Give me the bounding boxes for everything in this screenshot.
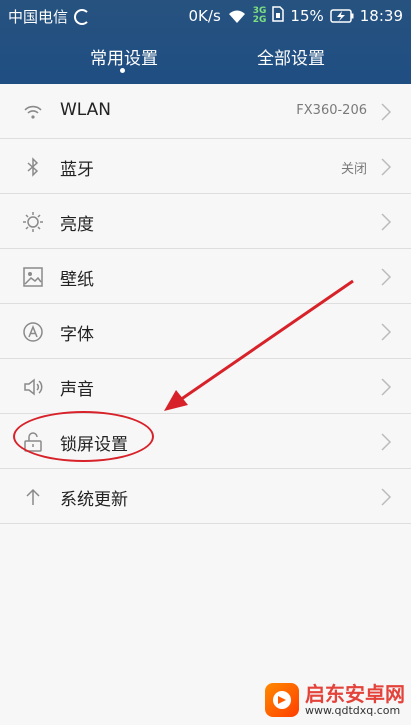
network-badge-bottom: 2G: [252, 15, 267, 25]
watermark-logo-icon: [265, 683, 299, 717]
setting-value: 关闭: [340, 162, 367, 177]
annotation-highlight-ellipse: [13, 411, 154, 462]
setting-row-system-update[interactable]: 系统更新: [0, 469, 411, 524]
header: 中国电信 0K/s 3G 2G 15% 18:39 常用设置 全部设置: [0, 0, 411, 84]
setting-label: 字体: [60, 325, 94, 345]
tab-all-settings[interactable]: 全部设置: [257, 44, 325, 69]
chevron-right-icon: [379, 212, 393, 232]
speaker-icon: [22, 376, 44, 398]
wallpaper-icon: [22, 266, 44, 288]
battery-charging-icon: [330, 9, 354, 23]
sync-icon: [74, 8, 91, 25]
wifi-icon: [22, 101, 44, 123]
font-icon: [22, 321, 44, 343]
network-type-badge: 3G 2G: [253, 7, 267, 25]
setting-row-bluetooth[interactable]: 蓝牙 关闭: [0, 139, 411, 194]
bluetooth-icon: [22, 156, 44, 178]
chevron-right-icon: [379, 102, 393, 122]
brightness-icon: [22, 211, 44, 233]
setting-label: 壁纸: [60, 270, 94, 290]
setting-value: FX360-206: [296, 103, 367, 118]
tab-common-settings[interactable]: 常用设置: [90, 44, 158, 69]
chevron-right-icon: [379, 322, 393, 342]
chevron-right-icon: [379, 267, 393, 287]
tab-bar: 常用设置 全部设置: [0, 40, 411, 80]
network-speed: 0K/s: [188, 7, 221, 25]
setting-label: 亮度: [60, 215, 94, 235]
sim-icon: [272, 6, 285, 26]
chevron-right-icon: [379, 487, 393, 507]
setting-row-wlan[interactable]: WLAN FX360-206: [0, 84, 411, 139]
chevron-right-icon: [379, 377, 393, 397]
watermark: 启东安卓网 www.qdtdxq.com: [265, 683, 405, 717]
clock: 18:39: [359, 7, 403, 25]
watermark-url: www.qdtdxq.com: [305, 704, 401, 717]
battery-percent: 15%: [290, 7, 324, 25]
active-tab-indicator: [120, 68, 125, 73]
arrow-up-icon: [22, 486, 44, 508]
chevron-right-icon: [379, 432, 393, 452]
setting-label: WLAN: [60, 100, 112, 120]
status-bar: 中国电信 0K/s 3G 2G 15% 18:39: [0, 0, 411, 32]
chevron-right-icon: [379, 157, 393, 177]
carrier-label: 中国电信: [8, 8, 69, 26]
setting-row-brightness[interactable]: 亮度: [0, 194, 411, 249]
annotation-arrow-icon: [164, 279, 354, 411]
wifi-signal-icon: [227, 8, 247, 24]
setting-label: 系统更新: [60, 490, 128, 510]
setting-label: 声音: [60, 380, 94, 400]
setting-label: 蓝牙: [60, 160, 94, 180]
watermark-name: 启东安卓网: [305, 682, 405, 706]
